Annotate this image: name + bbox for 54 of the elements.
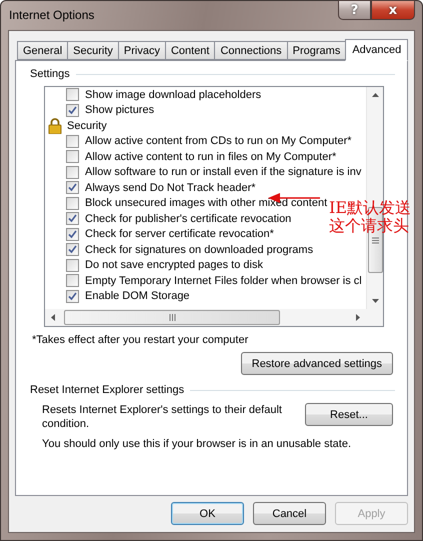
checkbox[interactable] (66, 228, 79, 241)
checkbox[interactable] (66, 212, 79, 226)
option-label[interactable]: Allow active content to run in files on My Computer* (85, 150, 336, 163)
checkbox[interactable] (66, 196, 79, 210)
tab[interactable]: Programs (286, 41, 346, 60)
dialog-button[interactable]: Cancel (253, 502, 326, 525)
option-label[interactable]: Enable DOM Storage (85, 290, 190, 302)
option-label[interactable]: Check for server certificate revocation* (85, 228, 274, 240)
option-label[interactable]: Check for publisher's certificate revocation (85, 212, 292, 225)
restore-button[interactable]: Restore advanced settings (240, 352, 393, 375)
tab[interactable]: Privacy (118, 41, 166, 60)
footnote-text: *Takes effect after you restart your computer (32, 334, 250, 346)
checkbox[interactable] (66, 274, 79, 288)
checkbox[interactable] (66, 166, 79, 179)
checkbox[interactable] (66, 150, 79, 164)
description-text: Resets Internet Explorer's settings to their default condition. (42, 403, 282, 431)
reset-button[interactable]: Reset... (305, 403, 393, 426)
checkbox[interactable] (66, 88, 79, 102)
tab[interactable]: Security (67, 41, 119, 60)
annotation-note: IE默认发送 这个请求头 (329, 199, 411, 235)
horizontal-scrollbar[interactable] (45, 309, 383, 326)
checkbox[interactable] (66, 134, 79, 148)
tab[interactable]: Content (164, 41, 216, 60)
checkbox[interactable] (66, 243, 79, 256)
grip-icon[interactable] (372, 236, 378, 244)
close-button[interactable]: x (371, 0, 415, 20)
option-label[interactable]: Empty Temporary Internet Files folder when browser is cl (85, 274, 362, 287)
tab[interactable]: Connections (214, 41, 288, 60)
option-label[interactable]: Show pictures (85, 104, 154, 116)
tab[interactable]: Advanced (345, 39, 408, 61)
down-arrow-icon[interactable] (372, 299, 378, 303)
padlock-icon (48, 118, 62, 134)
left-arrow-icon[interactable] (51, 314, 55, 321)
option-label[interactable]: Allow active content from CDs to run on My Computer* (85, 135, 352, 148)
option-label[interactable]: Always send Do Not Track header* (85, 182, 256, 194)
checkbox[interactable] (66, 181, 79, 194)
warning-text: You should only use this if your browser is in an unusable state. (42, 438, 351, 450)
group-title: Settings (30, 68, 70, 80)
option-label[interactable]: Allow software to run or install even if the signature is inv (85, 166, 362, 178)
dialog-button[interactable]: OK (171, 502, 244, 525)
grip-icon[interactable] (168, 314, 176, 321)
checkbox[interactable] (66, 290, 79, 303)
checkbox[interactable] (66, 104, 79, 117)
tab[interactable]: General (17, 41, 68, 60)
up-arrow-icon[interactable] (372, 93, 378, 97)
option-label[interactable]: Check for signatures on downloaded programs (85, 244, 314, 256)
option-label[interactable]: Do not save encrypted pages to disk (85, 259, 263, 272)
option-label[interactable]: Block unsecured images with other mixed content (85, 197, 328, 210)
option-label[interactable]: Show image download placeholders (85, 88, 262, 101)
group-title: Reset Internet Explorer settings (30, 384, 184, 396)
category-label: Security (67, 120, 107, 132)
right-arrow-icon[interactable] (356, 314, 360, 321)
window-title: Internet Options (9, 8, 94, 22)
checkbox[interactable] (66, 258, 79, 272)
